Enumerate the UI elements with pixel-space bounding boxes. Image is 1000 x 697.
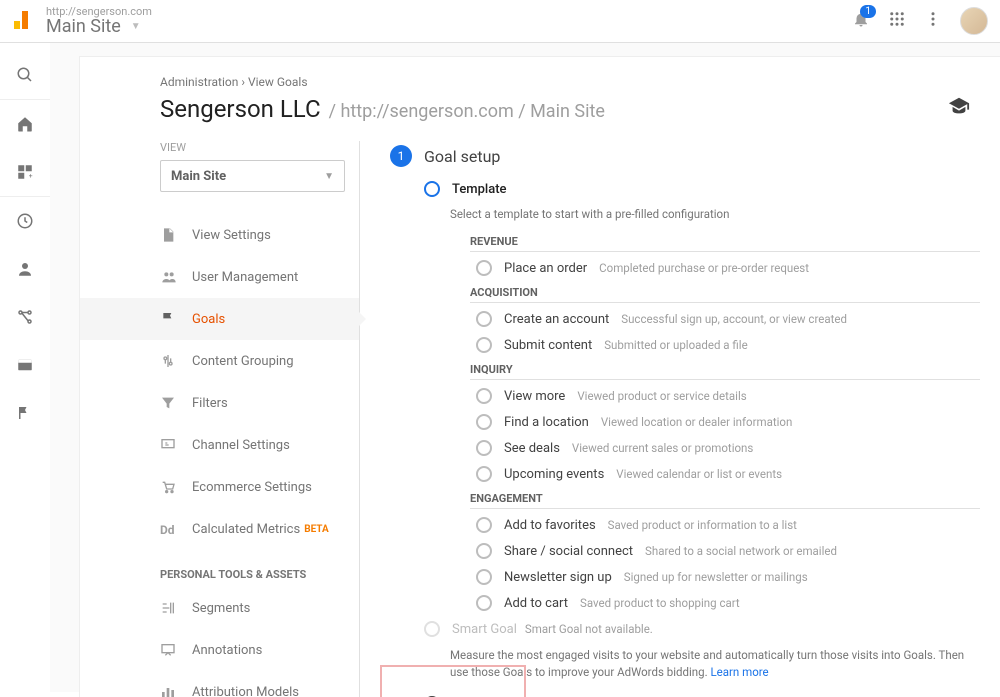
svg-text:+: + xyxy=(29,172,33,180)
app-header: http://sengerson.com Main Site▼ 1 xyxy=(0,0,1000,43)
admin-nav: VIEW Main Site ▼ View Settings User Mana… xyxy=(80,141,360,697)
segments-icon xyxy=(160,600,182,616)
channel-icon xyxy=(160,437,182,453)
cart-icon xyxy=(160,479,182,495)
nav-annotations[interactable]: Annotations xyxy=(80,629,359,671)
apps-icon[interactable] xyxy=(888,10,906,32)
template-option[interactable]: Newsletter sign upSigned up for newslett… xyxy=(476,569,976,585)
home-icon[interactable] xyxy=(15,114,35,134)
nav-view-settings[interactable]: View Settings xyxy=(80,214,359,256)
personal-tools-header: PERSONAL TOOLS & ASSETS xyxy=(80,568,359,581)
breadcrumb-current: View Goals xyxy=(248,75,308,89)
radio-icon xyxy=(424,181,440,197)
property-selector[interactable]: http://sengerson.com Main Site▼ xyxy=(46,6,152,36)
template-option[interactable]: View moreViewed product or service detai… xyxy=(476,388,976,404)
dd-icon: Dd xyxy=(160,522,182,536)
caret-down-icon: ▼ xyxy=(131,22,141,32)
view-section-label: VIEW xyxy=(80,141,359,154)
radio-icon xyxy=(476,466,492,482)
learn-more-link[interactable]: Learn more xyxy=(710,665,768,679)
group-header: REVENUE xyxy=(470,235,980,252)
page-subtitle: / http://sengerson.com / Main Site xyxy=(329,101,605,122)
template-option[interactable]: Find a locationViewed location or dealer… xyxy=(476,414,976,430)
graduation-cap-icon[interactable] xyxy=(948,95,970,121)
user-avatar[interactable] xyxy=(960,7,988,35)
breadcrumb-admin[interactable]: Administration xyxy=(160,75,238,89)
ga-logo-icon xyxy=(12,7,36,35)
template-option[interactable]: Share / social connectShared to a social… xyxy=(476,543,976,559)
file-icon xyxy=(160,227,182,243)
template-option[interactable]: Create an accountSuccessful sign up, acc… xyxy=(476,311,976,327)
radio-icon xyxy=(476,388,492,404)
group-header: ACQUISITION xyxy=(470,286,980,303)
search-icon[interactable] xyxy=(15,65,35,85)
page-title: Sengerson LLC xyxy=(160,95,321,123)
radio-icon xyxy=(476,260,492,276)
template-option[interactable]: Add to cartSaved product to shopping car… xyxy=(476,595,976,611)
view-dropdown[interactable]: Main Site ▼ xyxy=(160,160,345,192)
nav-user-management[interactable]: User Management xyxy=(80,256,359,298)
dashboards-icon[interactable]: + xyxy=(15,162,35,182)
more-icon[interactable] xyxy=(924,10,942,32)
conversions-icon[interactable] xyxy=(15,403,35,423)
radio-icon xyxy=(476,543,492,559)
goal-setup-panel: 1 Goal setup Template Select a template … xyxy=(360,141,1000,697)
flag-icon xyxy=(160,311,182,327)
notification-badge: 1 xyxy=(860,5,876,18)
radio-icon xyxy=(476,569,492,585)
nav-filters[interactable]: Filters xyxy=(80,382,359,424)
site-name: Main Site xyxy=(46,18,121,36)
group-header: INQUIRY xyxy=(470,363,980,380)
group-header: ENGAGEMENT xyxy=(470,492,980,509)
bars-icon xyxy=(160,684,182,697)
realtime-icon[interactable] xyxy=(15,211,35,231)
template-option[interactable]: Submit contentSubmitted or uploaded a fi… xyxy=(476,337,976,353)
smart-goal-description: Measure the most engaged visits to your … xyxy=(450,647,980,682)
nav-goals[interactable]: Goals xyxy=(80,298,359,340)
nav-ecommerce-settings[interactable]: Ecommerce Settings xyxy=(80,466,359,508)
behavior-icon[interactable] xyxy=(15,355,35,375)
template-option[interactable]: See dealsViewed current sales or promoti… xyxy=(476,440,976,456)
nav-calculated-metrics[interactable]: DdCalculated MetricsBETA xyxy=(80,508,359,550)
step-title: Goal setup xyxy=(424,147,500,166)
option-template[interactable]: Template xyxy=(424,181,976,197)
audience-icon[interactable] xyxy=(15,259,35,279)
radio-icon xyxy=(476,440,492,456)
filter-icon xyxy=(160,395,182,411)
beta-badge: BETA xyxy=(304,524,329,535)
notifications-button[interactable]: 1 xyxy=(852,10,870,32)
radio-icon xyxy=(476,414,492,430)
people-icon xyxy=(160,269,182,285)
acquisition-icon[interactable] xyxy=(15,307,35,327)
nav-attribution-models[interactable]: Attribution Models xyxy=(80,671,359,697)
admin-card: Administration › View Goals Sengerson LL… xyxy=(80,57,1000,697)
radio-icon xyxy=(476,517,492,533)
template-option[interactable]: Add to favoritesSaved product or informa… xyxy=(476,517,976,533)
caret-down-icon: ▼ xyxy=(324,171,334,182)
radio-icon xyxy=(476,337,492,353)
radio-icon xyxy=(476,311,492,327)
radio-disabled-icon xyxy=(424,621,440,637)
breadcrumb: Administration › View Goals xyxy=(80,75,1000,89)
radio-icon xyxy=(476,595,492,611)
nav-segments[interactable]: Segments xyxy=(80,587,359,629)
template-option[interactable]: Place an orderCompleted purchase or pre-… xyxy=(476,260,976,276)
grouping-icon xyxy=(160,353,182,369)
option-smart-goal: Smart Goal Smart Goal not available. xyxy=(424,621,976,637)
template-option[interactable]: Upcoming eventsViewed calendar or list o… xyxy=(476,466,976,482)
nav-rail: + xyxy=(0,43,50,692)
step-number: 1 xyxy=(390,145,412,167)
nav-content-grouping[interactable]: Content Grouping xyxy=(80,340,359,382)
svg-text:Dd: Dd xyxy=(160,523,175,536)
template-hint: Select a template to start with a pre-fi… xyxy=(450,207,976,221)
annotations-icon xyxy=(160,642,182,658)
nav-channel-settings[interactable]: Channel Settings xyxy=(80,424,359,466)
highlight-box xyxy=(380,665,526,697)
